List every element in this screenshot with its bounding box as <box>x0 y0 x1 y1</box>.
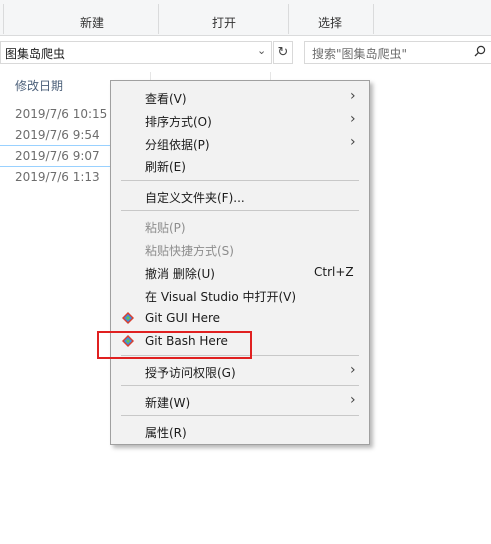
menu-item-paste: 粘贴(P) <box>111 215 369 237</box>
menu-item-label: 分组依据(P) <box>145 138 210 152</box>
ribbon-group-select: 选择 <box>318 16 343 30</box>
chevron-right-icon: › <box>350 134 356 150</box>
menu-item-view[interactable]: 查看(V) › <box>111 86 369 108</box>
menu-item-undo-delete[interactable]: 撤消 删除(U) Ctrl+Z <box>111 261 369 283</box>
ribbon-group-new: 新建 <box>80 16 105 30</box>
menu-separator <box>121 210 359 211</box>
ribbon-divider <box>373 4 374 34</box>
address-bar[interactable]: 图集岛爬虫 ⌄ <box>0 41 272 64</box>
git-icon <box>121 311 135 325</box>
menu-item-label: 在 Visual Studio 中打开(V) <box>145 290 297 304</box>
refresh-icon[interactable]: ↻ <box>273 41 293 64</box>
menu-item-label: 排序方式(O) <box>145 115 212 129</box>
chevron-right-icon: › <box>350 88 356 104</box>
menu-separator <box>121 415 359 416</box>
ribbon-divider <box>158 4 159 34</box>
menu-separator <box>121 385 359 386</box>
menu-item-label: 粘贴(P) <box>145 221 186 235</box>
menu-item-label: Git GUI Here <box>145 311 221 325</box>
address-path: 图集岛爬虫 <box>5 47 66 61</box>
menu-item-sort-by[interactable]: 排序方式(O) › <box>111 109 369 131</box>
menu-item-git-gui-here[interactable]: Git GUI Here <box>111 307 369 329</box>
ribbon: 新建 打开 选择 <box>0 0 491 36</box>
menu-item-properties[interactable]: 属性(R) <box>111 420 369 442</box>
table-row[interactable]: 2019/7/6 10:15 <box>0 104 112 124</box>
menu-item-label: 撤消 删除(U) <box>145 267 215 281</box>
menu-item-group-by[interactable]: 分组依据(P) › <box>111 132 369 154</box>
chevron-down-icon[interactable]: ⌄ <box>257 44 266 57</box>
highlight-annotation-box <box>97 331 252 359</box>
menu-item-label: 查看(V) <box>145 92 187 106</box>
menu-item-shortcut: Ctrl+Z <box>314 265 354 279</box>
menu-item-label: 自定义文件夹(F)... <box>145 191 245 205</box>
menu-item-label: 授予访问权限(G) <box>145 366 236 380</box>
menu-item-label: 新建(W) <box>145 396 191 410</box>
context-menu: 查看(V) › 排序方式(O) › 分组依据(P) › 刷新(E) 自定义文件夹… <box>110 80 370 445</box>
menu-item-label: 属性(R) <box>145 426 187 440</box>
ribbon-divider <box>3 4 4 34</box>
chevron-right-icon: › <box>350 392 356 408</box>
menu-item-give-access[interactable]: 授予访问权限(G) › <box>111 360 369 382</box>
row-date: 2019/7/6 9:07 <box>15 149 100 163</box>
search-icon[interactable] <box>474 45 486 60</box>
row-date: 2019/7/6 9:54 <box>15 128 100 142</box>
row-date: 2019/7/6 1:13 <box>15 170 100 184</box>
search-placeholder: 搜索"图集岛爬虫" <box>312 47 408 61</box>
table-row-selected[interactable]: 2019/7/6 9:07 <box>0 145 112 167</box>
menu-item-open-in-visual-studio[interactable]: 在 Visual Studio 中打开(V) <box>111 284 369 306</box>
menu-item-label: 刷新(E) <box>145 160 186 174</box>
chevron-right-icon: › <box>350 362 356 378</box>
table-row[interactable]: 2019/7/6 9:54 <box>0 125 112 145</box>
menu-item-customize-folder[interactable]: 自定义文件夹(F)... <box>111 185 369 207</box>
menu-item-label: 粘贴快捷方式(S) <box>145 244 234 258</box>
table-row[interactable]: 2019/7/6 1:13 <box>0 167 112 187</box>
menu-item-refresh[interactable]: 刷新(E) <box>111 154 369 176</box>
ribbon-divider <box>288 4 289 34</box>
search-input[interactable]: 搜索"图集岛爬虫" <box>304 41 491 64</box>
chevron-right-icon: › <box>350 111 356 127</box>
menu-item-new[interactable]: 新建(W) › <box>111 390 369 412</box>
row-date: 2019/7/6 10:15 <box>15 107 108 121</box>
menu-item-paste-shortcut: 粘贴快捷方式(S) <box>111 238 369 260</box>
column-header-modified-date[interactable]: 修改日期 <box>15 77 63 94</box>
ribbon-group-open: 打开 <box>212 16 237 30</box>
menu-separator <box>121 180 359 181</box>
